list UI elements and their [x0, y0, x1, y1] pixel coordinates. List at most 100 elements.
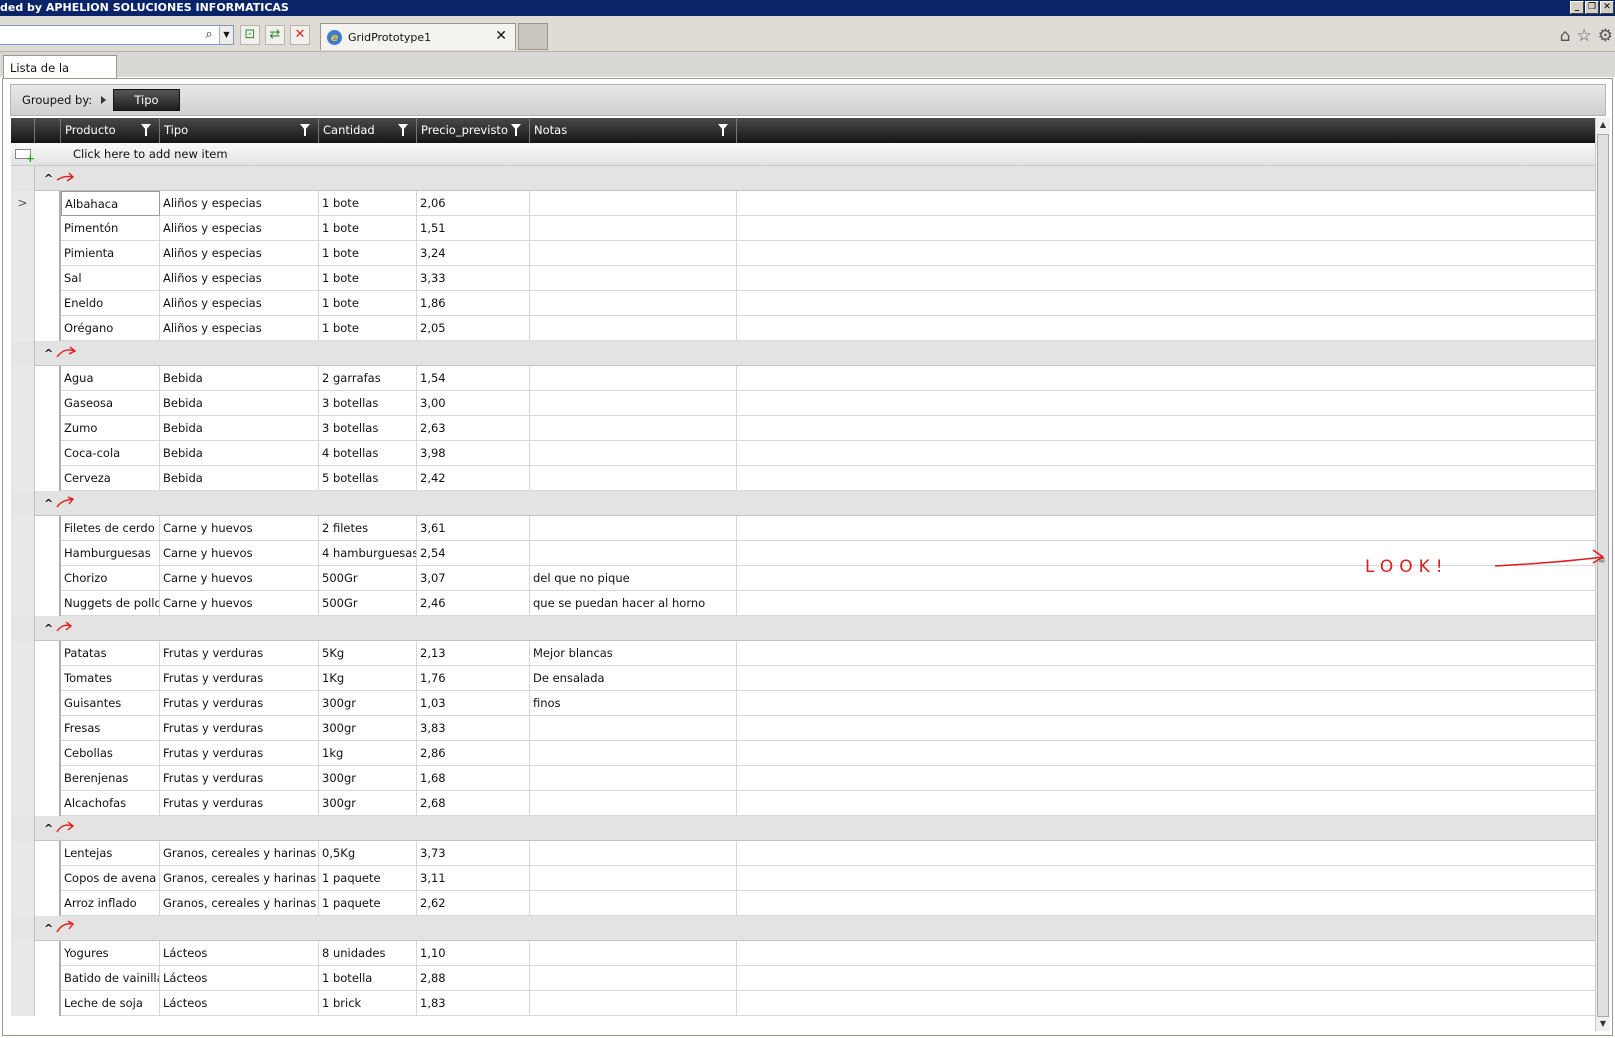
cell-tipo[interactable]: Granos, cereales y harinas	[160, 841, 319, 866]
cell-precio-previsto[interactable]: 2,54	[417, 541, 530, 566]
cell-notas[interactable]	[530, 941, 737, 966]
cell-producto[interactable]: Fresas	[61, 716, 160, 741]
table-row[interactable]: Gaseosa Bebida 3 botellas 3,00	[11, 391, 1595, 416]
cell-tipo[interactable]: Bebida	[160, 366, 319, 391]
address-bar[interactable]: ⌕ ▼	[0, 25, 234, 45]
cell-notas[interactable]	[530, 966, 737, 991]
cell-notas[interactable]: finos	[530, 691, 737, 716]
cell-cantidad[interactable]: 3 botellas	[319, 416, 417, 441]
cell-cantidad[interactable]: 1 bote	[319, 191, 417, 216]
cell-cantidad[interactable]: 300gr	[319, 716, 417, 741]
cell-cantidad[interactable]: 1 botella	[319, 966, 417, 991]
cell-producto[interactable]: Sal	[61, 266, 160, 291]
cell-notas[interactable]	[530, 266, 737, 291]
table-row[interactable]: Cerveza Bebida 5 botellas 2,42	[11, 466, 1595, 491]
table-row[interactable]: Fresas Frutas y verduras 300gr 3,83	[11, 716, 1595, 741]
filter-icon[interactable]	[511, 124, 521, 136]
table-row[interactable]: Sal Aliños y especias 1 bote 3,33	[11, 266, 1595, 291]
cell-precio-previsto[interactable]: 3,61	[417, 516, 530, 541]
row-indicator[interactable]	[11, 641, 35, 666]
cell-precio-previsto[interactable]: 2,13	[417, 641, 530, 666]
table-row[interactable]: Pimienta Aliños y especias 1 bote 3,24	[11, 241, 1595, 266]
collapse-caret-icon[interactable]: ^	[44, 172, 53, 185]
table-row[interactable]: > Albahaca Aliños y especias 1 bote 2,06	[11, 191, 1595, 216]
group-header-row[interactable]: ^	[11, 616, 1595, 641]
cell-cantidad[interactable]: 5 botellas	[319, 466, 417, 491]
cell-precio-previsto[interactable]: 2,06	[417, 191, 530, 216]
cell-notas[interactable]	[530, 391, 737, 416]
cell-tipo[interactable]: Aliños y especias	[160, 216, 319, 241]
cell-notas[interactable]	[530, 991, 737, 1016]
column-header-notas[interactable]: Notas	[530, 118, 737, 143]
cell-notas[interactable]: que se puedan hacer al horno	[530, 591, 737, 616]
cell-cantidad[interactable]: 5Kg	[319, 641, 417, 666]
cell-tipo[interactable]: Lácteos	[160, 991, 319, 1016]
filter-icon[interactable]	[718, 124, 728, 136]
cell-producto[interactable]: Nuggets de pollo	[61, 591, 160, 616]
collapse-caret-icon[interactable]: ^	[44, 922, 53, 935]
table-row[interactable]: Eneldo Aliños y especias 1 bote 1,86	[11, 291, 1595, 316]
cell-precio-previsto[interactable]: 2,42	[417, 466, 530, 491]
stop-icon[interactable]: ✕	[290, 25, 310, 45]
cell-producto[interactable]: Eneldo	[61, 291, 160, 316]
cell-tipo[interactable]: Frutas y verduras	[160, 666, 319, 691]
cell-cantidad[interactable]: 1 paquete	[319, 866, 417, 891]
filter-icon[interactable]	[300, 124, 310, 136]
table-row[interactable]: Patatas Frutas y verduras 5Kg 2,13 Mejor bla…	[11, 641, 1595, 666]
cell-producto[interactable]: Cebollas	[61, 741, 160, 766]
table-row[interactable]: Yogures Lácteos 8 unidades 1,10	[11, 941, 1595, 966]
cell-producto[interactable]: Arroz inflado	[61, 891, 160, 916]
cell-producto[interactable]: Yogures	[61, 941, 160, 966]
cell-producto[interactable]: Pimentón	[61, 216, 160, 241]
cell-producto[interactable]: Batido de vainilla	[61, 966, 160, 991]
cell-precio-previsto[interactable]: 3,98	[417, 441, 530, 466]
table-row[interactable]: Lentejas Granos, cereales y harinas 0,5Kg 3…	[11, 841, 1595, 866]
row-indicator[interactable]	[11, 291, 35, 316]
cell-cantidad[interactable]: 500Gr	[319, 566, 417, 591]
cell-notas[interactable]	[530, 416, 737, 441]
cell-precio-previsto[interactable]: 1,68	[417, 766, 530, 791]
cell-producto[interactable]: Gaseosa	[61, 391, 160, 416]
row-indicator[interactable]	[11, 866, 35, 891]
group-chip-tipo[interactable]: Tipo	[113, 89, 180, 111]
row-indicator[interactable]	[11, 566, 35, 591]
cell-tipo[interactable]: Bebida	[160, 466, 319, 491]
column-header-precio-previsto[interactable]: Precio_previsto	[417, 118, 530, 143]
cell-tipo[interactable]: Frutas y verduras	[160, 641, 319, 666]
cell-notas[interactable]	[530, 216, 737, 241]
cell-tipo[interactable]: Carne y huevos	[160, 516, 319, 541]
row-indicator[interactable]	[11, 441, 35, 466]
cell-precio-previsto[interactable]: 1,86	[417, 291, 530, 316]
row-indicator[interactable]	[11, 241, 35, 266]
cell-precio-previsto[interactable]: 1,76	[417, 666, 530, 691]
table-row[interactable]: Copos de avena Granos, cereales y harinas…	[11, 866, 1595, 891]
gear-icon[interactable]: ⚙	[1598, 26, 1613, 46]
cell-cantidad[interactable]: 2 filetes	[319, 516, 417, 541]
cell-cantidad[interactable]: 1 bote	[319, 291, 417, 316]
row-indicator[interactable]	[11, 791, 35, 816]
cell-cantidad[interactable]: 8 unidades	[319, 941, 417, 966]
cell-producto[interactable]: Copos de avena	[61, 866, 160, 891]
cell-tipo[interactable]: Aliños y especias	[160, 266, 319, 291]
table-row[interactable]: Hamburguesas Carne y huevos 4 hamburguesas…	[11, 541, 1595, 566]
table-row[interactable]: Filetes de cerdo Carne y huevos 2 filetes 3…	[11, 516, 1595, 541]
cell-precio-previsto[interactable]: 1,54	[417, 366, 530, 391]
cell-producto[interactable]: Berenjenas	[61, 766, 160, 791]
cell-producto[interactable]: Albahaca	[61, 191, 160, 216]
cell-precio-previsto[interactable]: 2,86	[417, 741, 530, 766]
cell-producto[interactable]: Agua	[61, 366, 160, 391]
cell-precio-previsto[interactable]: 2,05	[417, 316, 530, 341]
cell-producto[interactable]: Coca-cola	[61, 441, 160, 466]
cell-tipo[interactable]: Frutas y verduras	[160, 741, 319, 766]
scroll-down-icon[interactable]: ▼	[1596, 1017, 1610, 1031]
cell-notas[interactable]	[530, 891, 737, 916]
collapse-caret-icon[interactable]: ^	[44, 822, 53, 835]
column-header-producto[interactable]: Producto	[61, 118, 160, 143]
group-header-row[interactable]: ^	[11, 491, 1595, 516]
cell-cantidad[interactable]: 300gr	[319, 766, 417, 791]
cell-tipo[interactable]: Aliños y especias	[160, 241, 319, 266]
cell-tipo[interactable]: Carne y huevos	[160, 541, 319, 566]
cell-notas[interactable]	[530, 241, 737, 266]
cell-cantidad[interactable]: 4 hamburguesas	[319, 541, 417, 566]
cell-notas[interactable]	[530, 791, 737, 816]
